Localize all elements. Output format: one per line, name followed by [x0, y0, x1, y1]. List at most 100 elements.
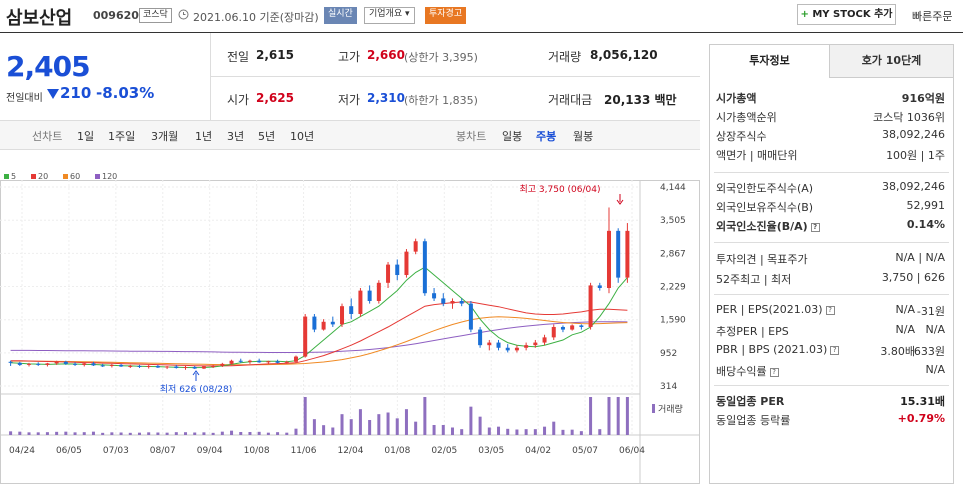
- ma120-line: [10, 321, 628, 353]
- candle-weekly[interactable]: 주봉: [536, 128, 556, 144]
- info-label: 액면가 | 매매단위: [716, 149, 798, 162]
- opinion-label: 투자의견 | 목표주가: [716, 253, 808, 266]
- volume-bar: [45, 432, 49, 435]
- valuation-label: PER | EPS(2021.03)?: [716, 303, 835, 316]
- valuation-value-2: N/A: [925, 323, 945, 336]
- tab-orderbook[interactable]: 호가 10단계: [829, 45, 953, 78]
- candle-body: [201, 366, 206, 369]
- candle-body: [478, 329, 483, 346]
- candle-body: [192, 366, 197, 369]
- x-tick-label: 10/08: [244, 446, 270, 456]
- info-label: 시가총액: [716, 92, 757, 105]
- candle-body: [100, 365, 105, 367]
- volume-bar: [276, 432, 280, 435]
- candle-body: [340, 306, 345, 325]
- volume-bar: [230, 430, 234, 435]
- realtime-button[interactable]: 실시간: [324, 7, 357, 24]
- candle-body: [119, 364, 124, 367]
- volume-bar: [27, 432, 31, 435]
- company-overview-button[interactable]: 기업개요 ▾: [364, 7, 415, 24]
- candle-body: [386, 264, 391, 283]
- volume-bar: [312, 419, 316, 435]
- candle-body: [146, 365, 151, 367]
- low-label: 저가: [338, 93, 361, 107]
- period-5y[interactable]: 5년: [258, 128, 275, 144]
- volume-bar: [570, 429, 574, 435]
- volume-bar: [184, 432, 188, 435]
- candle-body: [514, 347, 519, 351]
- period-10y[interactable]: 10년: [290, 128, 314, 144]
- candle-body: [109, 364, 114, 366]
- volume-bar: [543, 426, 547, 435]
- help-icon[interactable]: ?: [825, 305, 835, 315]
- help-icon[interactable]: ?: [769, 367, 779, 377]
- candle-body: [165, 366, 170, 368]
- volume-bar: [616, 397, 620, 435]
- period-3m[interactable]: 3개월: [151, 128, 178, 144]
- candle-body: [238, 360, 243, 362]
- y-tick-label: 2,229: [660, 283, 686, 293]
- y-tick-label: 2,867: [660, 249, 686, 259]
- volume-bar: [524, 429, 528, 435]
- volume-bar: [266, 432, 270, 435]
- candle-body: [349, 306, 354, 314]
- volume-bar: [257, 431, 261, 435]
- volume-bar: [497, 426, 501, 435]
- volume-bar: [598, 429, 602, 435]
- volume-bar: [285, 432, 289, 435]
- tab-investment-info[interactable]: 투자정보: [710, 45, 829, 78]
- valuation-value-2: 633원: [913, 345, 945, 358]
- candle-body: [487, 342, 492, 346]
- x-tick-label: 01/08: [384, 446, 410, 456]
- candle-body: [413, 241, 418, 252]
- period-1y[interactable]: 1년: [195, 128, 212, 144]
- candle-body: [183, 366, 188, 369]
- help-icon[interactable]: ?: [810, 222, 820, 232]
- candle-body: [247, 360, 252, 362]
- add-mystock-label: MY STOCK 추가: [812, 9, 893, 20]
- candle-body: [606, 230, 611, 289]
- market-badge: 코스닥: [139, 8, 172, 23]
- high-annotation: 최고 3,750 (06/04): [519, 184, 600, 195]
- change-percent: -8.03%: [96, 84, 155, 102]
- quick-order-link[interactable]: 빠른주문: [912, 8, 952, 24]
- volume-bar: [110, 432, 114, 435]
- candle-body: [229, 360, 234, 364]
- volume-bar: [202, 432, 206, 435]
- x-tick-label: 05/07: [572, 446, 598, 456]
- candle-body: [432, 293, 437, 299]
- volume-bar: [404, 409, 408, 435]
- candle-body: [404, 251, 409, 276]
- x-tick-label: 12/04: [337, 446, 363, 456]
- x-tick-label: 06/04: [619, 446, 645, 456]
- info-label: 상장주식수: [716, 130, 767, 143]
- valuation-label: 추정PER | EPS: [716, 325, 789, 338]
- add-mystock-button[interactable]: + MY STOCK 추가: [797, 4, 896, 25]
- candle-body: [220, 363, 225, 366]
- candle-body: [91, 363, 96, 366]
- high-label: 고가: [338, 50, 361, 64]
- line-chart-label: 선차트: [32, 130, 63, 143]
- x-tick-label: 09/04: [197, 446, 223, 456]
- volume-bar: [322, 425, 326, 435]
- candle-body: [73, 363, 78, 365]
- volume-bar: [248, 432, 252, 435]
- help-icon[interactable]: ?: [830, 345, 840, 355]
- candle-body: [450, 300, 455, 304]
- candle-monthly[interactable]: 월봉: [573, 128, 593, 144]
- candle-body: [625, 230, 630, 278]
- price-chart[interactable]: 4,144 3,505 2,867 2,229 1,590 952 314 04/24 06/0…: [0, 180, 700, 485]
- open-label: 시가: [227, 93, 250, 107]
- period-1w[interactable]: 1주일: [108, 128, 135, 144]
- candle-body: [330, 321, 335, 325]
- candle-body: [211, 365, 216, 367]
- section-divider: [714, 242, 949, 243]
- summary-row-divider: [210, 76, 700, 77]
- period-1d[interactable]: 1일: [77, 128, 94, 144]
- period-3y[interactable]: 3년: [227, 128, 244, 144]
- volume-bar: [515, 429, 519, 435]
- candle-body: [303, 316, 308, 357]
- volume-bar: [487, 427, 491, 435]
- candle-body: [312, 316, 317, 330]
- candle-daily[interactable]: 일봉: [502, 128, 522, 144]
